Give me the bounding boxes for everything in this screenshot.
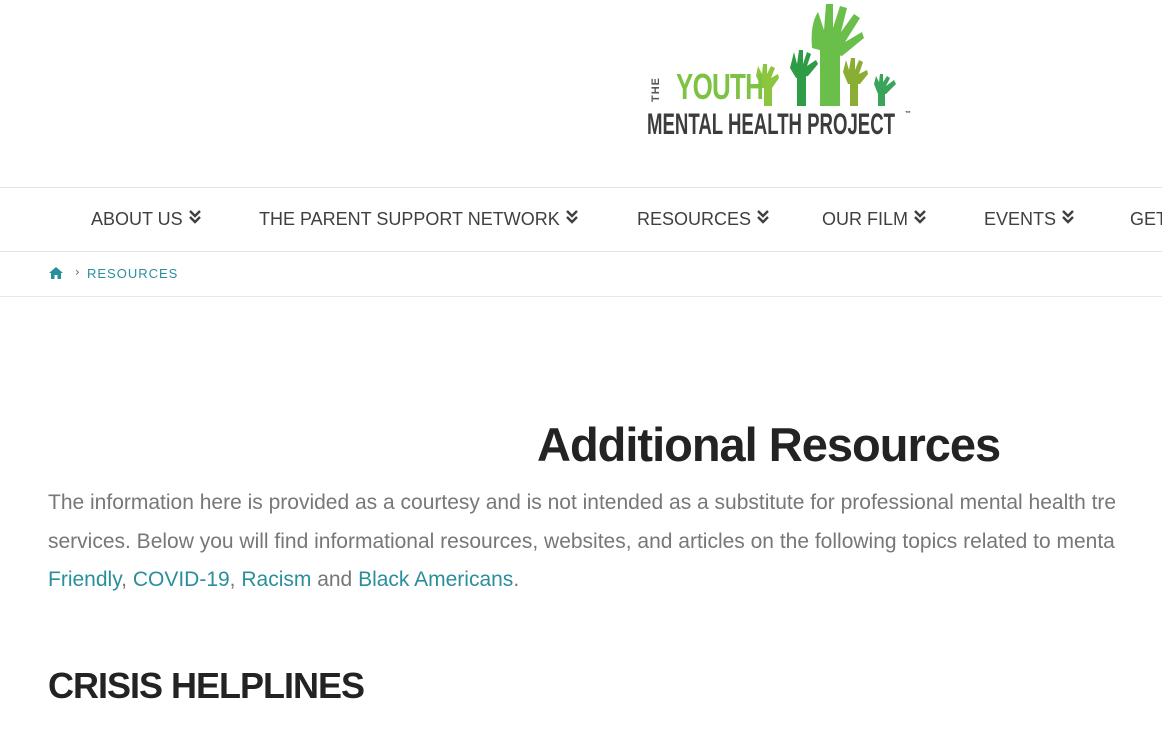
section-title-crisis-helplines: CRISIS HELPLINES	[48, 665, 365, 706]
main-navigation: ABOUT US THE PARENT SUPPORT NETWORK RESO…	[0, 187, 1162, 252]
text-separator: ,	[121, 568, 133, 591]
breadcrumb: › RESOURCES	[0, 252, 1162, 297]
double-chevron-down-icon	[565, 187, 578, 250]
nav-item-label: ABOUT US	[91, 209, 183, 229]
breadcrumb-current-resources[interactable]: RESOURCES	[87, 266, 178, 281]
nav-item-label: RESOURCES	[637, 209, 752, 229]
logo-the-text: THE	[650, 77, 662, 103]
logo-mental-health-project-text: MENTAL HEALTH PROJECT	[647, 108, 896, 141]
nav-item-parent-support-network[interactable]: THE PARENT SUPPORT NETWORK	[259, 188, 578, 251]
double-chevron-down-icon	[1062, 187, 1074, 250]
nav-item-about-us[interactable]: ABOUT US	[91, 188, 201, 251]
nav-item-label: THE PARENT SUPPORT NETWORK	[259, 209, 560, 229]
logo-trademark: ™	[905, 111, 911, 117]
intro-paragraph: The information here is provided as a co…	[48, 484, 1162, 600]
text-and: and	[311, 568, 359, 591]
nav-item-get-involved[interactable]: GET	[1130, 188, 1162, 251]
logo-youth-text: YOUTH	[676, 66, 764, 107]
intro-topics-line: Friendly, COVID-19, Racism and Black Ame…	[48, 561, 1162, 600]
breadcrumb-separator: ›	[75, 265, 80, 279]
text-period: .	[513, 568, 520, 591]
site-header: THE YOUTH MENTAL HEALTH PROJECT ™	[0, 0, 1162, 187]
nav-item-label: GET	[1130, 209, 1162, 229]
link-friendly[interactable]: Friendly	[48, 568, 121, 591]
nav-item-label: OUR FILM	[822, 209, 909, 229]
nav-item-events[interactable]: EVENTS	[984, 188, 1074, 251]
link-covid-19[interactable]: COVID-19	[133, 568, 230, 591]
double-chevron-down-icon	[188, 187, 201, 250]
nav-item-resources[interactable]: RESOURCES	[637, 188, 769, 251]
intro-line: services. Below you will find informatio…	[48, 529, 1115, 553]
link-black-americans[interactable]: Black Americans	[358, 568, 513, 591]
link-racism[interactable]: Racism	[241, 568, 311, 591]
page-title: Additional Resources	[537, 418, 1001, 471]
nav-item-our-film[interactable]: OUR FILM	[822, 188, 926, 251]
intro-line: The information here is provided as a co…	[48, 491, 1117, 514]
nav-item-label: EVENTS	[984, 209, 1057, 229]
double-chevron-down-icon	[914, 187, 926, 250]
double-chevron-down-icon	[757, 187, 769, 250]
text-separator: ,	[229, 568, 242, 591]
home-icon[interactable]	[48, 266, 64, 280]
